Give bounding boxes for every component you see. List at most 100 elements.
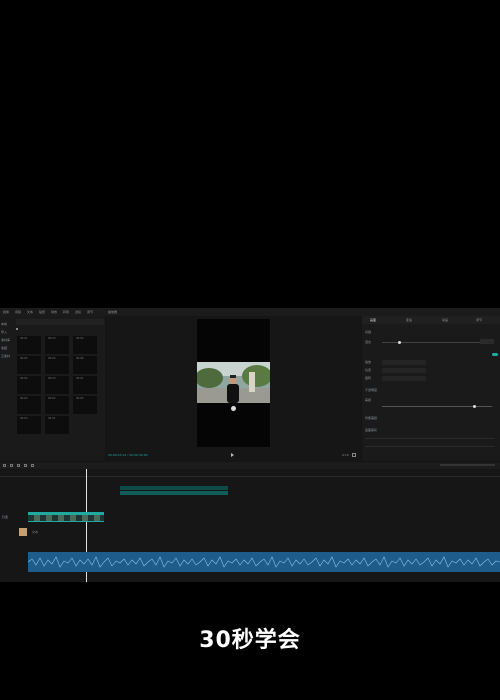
overlay-thumbnail[interactable] — [19, 528, 27, 536]
media-thumbnail[interactable]: 00:01 — [17, 336, 41, 354]
media-panel: 本地 导入 素材库 收藏 云素材 00:01 00:03 00:02 00:05 00:… — [0, 316, 105, 461]
video-clip[interactable] — [28, 512, 104, 522]
thumbnail-duration: 00:01 — [76, 377, 84, 380]
text-clip-secondary[interactable] — [120, 491, 228, 495]
menu-audio[interactable]: 音频 — [15, 310, 21, 314]
tab-speed[interactable]: 变速 — [406, 318, 412, 322]
menu-transition[interactable]: 转场 — [63, 310, 69, 314]
thumbnail-duration: 00:04 — [48, 357, 56, 360]
timeline-toolbar — [0, 462, 500, 469]
play-icon[interactable] — [231, 453, 234, 457]
thumbnail-duration: 00:02 — [76, 337, 84, 340]
video-player[interactable] — [195, 319, 272, 447]
prop-scale: 缩放 — [365, 360, 372, 364]
tab-picture[interactable]: 画面 — [370, 318, 376, 322]
media-thumbnail[interactable]: 00:05 — [73, 396, 97, 414]
thumbnail-duration: 00:05 — [20, 357, 28, 360]
menu-effects[interactable]: 特效 — [51, 310, 57, 314]
overlay-track: 文本 — [0, 528, 500, 538]
video-frame — [195, 362, 272, 403]
media-thumbnail[interactable]: 00:04 — [45, 356, 69, 374]
play-position-dot[interactable] — [231, 406, 236, 411]
divider — [365, 438, 495, 439]
thumbnail-duration: 00:05 — [76, 397, 84, 400]
media-search-bar[interactable] — [16, 319, 104, 325]
video-track: 封面 — [0, 512, 500, 522]
time-ruler[interactable] — [0, 470, 500, 477]
thumbnail-duration: 00:06 — [76, 357, 84, 360]
top-toolbar: 媒体 音频 文本 贴纸 特效 转场 滤镜 调节 播放器 — [0, 308, 500, 316]
tab-adjust[interactable]: 调节 — [476, 318, 482, 322]
position-field[interactable] — [382, 368, 426, 373]
media-thumbnail[interactable]: 00:02 — [73, 336, 97, 354]
toggle-switch[interactable] — [492, 353, 498, 356]
undo-icon[interactable] — [10, 464, 13, 467]
audio-track — [0, 552, 500, 572]
rotation-field[interactable] — [382, 376, 426, 381]
prop-basic: 基础 — [365, 330, 372, 334]
delete-icon[interactable] — [31, 464, 34, 467]
audio-waveform — [28, 556, 500, 568]
text-track — [0, 486, 500, 496]
media-nav-favorites[interactable]: 收藏 — [1, 346, 15, 350]
thumbnail-duration: 00:03 — [48, 337, 56, 340]
video-caption: 30秒学会 — [199, 628, 301, 653]
preview-timecode: 00:00:03:12 / 00:00:30:00 — [108, 453, 148, 457]
audio-clip[interactable] — [28, 552, 500, 572]
media-thumbnail[interactable]: 00:03 — [45, 336, 69, 354]
prop-enhance: 画面美化 — [365, 428, 378, 432]
menu-adjust[interactable]: 调节 — [87, 310, 93, 314]
menu-sticker[interactable]: 贴纸 — [39, 310, 45, 314]
aspect-ratio[interactable]: 9:16 — [342, 453, 349, 457]
divider — [365, 446, 495, 447]
prop-beauty: 美颜 — [365, 398, 372, 402]
media-nav-local[interactable]: 本地 — [1, 322, 15, 326]
overlay-label: 文本 — [32, 530, 39, 534]
props-tabs: 画面 变速 动画 调节 — [362, 316, 500, 324]
timeline-panel: 封面 文本 — [0, 462, 500, 582]
folder-icon — [16, 328, 18, 330]
player-title: 播放器 — [108, 310, 118, 314]
media-thumbnail[interactable]: 00:03 — [17, 416, 41, 434]
text-clip[interactable] — [120, 486, 228, 490]
media-thumbnail[interactable]: 00:01 — [73, 376, 97, 394]
video-clip-frames — [28, 515, 104, 521]
media-nav-library[interactable]: 素材库 — [1, 338, 15, 342]
preview-panel: 00:00:03:12 / 00:00:30:00 9:16 — [106, 316, 361, 461]
thumbnail-duration: 00:03 — [48, 377, 56, 380]
thumbnail-duration: 00:01 — [20, 337, 28, 340]
prop-position: 位置 — [365, 368, 372, 372]
media-thumbnail[interactable]: 00:02 — [17, 376, 41, 394]
blend-slider-handle[interactable] — [398, 340, 401, 344]
thumbnail-duration: 00:03 — [20, 417, 28, 420]
properties-panel: 画面 变速 动画 调节 基础 混合 缩放 位置 旋转 不透明度 美颜 智能美颜 … — [362, 316, 500, 461]
select-tool-icon[interactable] — [3, 464, 6, 467]
media-nav-import[interactable]: 导入 — [1, 330, 15, 334]
split-icon[interactable] — [24, 464, 27, 467]
thumbnail-duration: 00:02 — [48, 397, 56, 400]
redo-icon[interactable] — [17, 464, 20, 467]
blend-value-field[interactable] — [480, 339, 494, 344]
media-thumbnail[interactable]: 00:03 — [45, 376, 69, 394]
fullscreen-icon[interactable] — [352, 453, 356, 457]
cover-label[interactable]: 封面 — [2, 515, 8, 519]
menu-text[interactable]: 文本 — [27, 310, 33, 314]
prop-smart-beauty: 智能美颜 — [365, 416, 378, 420]
beauty-slider-handle[interactable] — [473, 404, 476, 408]
thumbnail-duration: 00:02 — [20, 377, 28, 380]
media-thumbnail[interactable]: 00:02 — [45, 396, 69, 414]
video-editor-window: 媒体 音频 文本 贴纸 特效 转场 滤镜 调节 播放器 本地 导入 素材库 收藏… — [0, 308, 500, 582]
media-thumbnail[interactable]: 00:05 — [17, 356, 41, 374]
media-nav-cloud[interactable]: 云素材 — [1, 354, 15, 358]
prop-opacity: 不透明度 — [365, 388, 378, 392]
zoom-slider[interactable] — [440, 464, 495, 466]
media-thumbnail[interactable]: 00:06 — [73, 356, 97, 374]
thumbnail-duration: 00:04 — [20, 397, 28, 400]
media-thumbnail[interactable]: 00:04 — [17, 396, 41, 414]
menu-filter[interactable]: 滤镜 — [75, 310, 81, 314]
scale-field[interactable] — [382, 360, 426, 365]
media-thumbnail[interactable]: 00:01 — [45, 416, 69, 434]
tab-animation[interactable]: 动画 — [442, 318, 448, 322]
menu-media[interactable]: 媒体 — [3, 310, 9, 314]
thumbnail-duration: 00:01 — [48, 417, 56, 420]
